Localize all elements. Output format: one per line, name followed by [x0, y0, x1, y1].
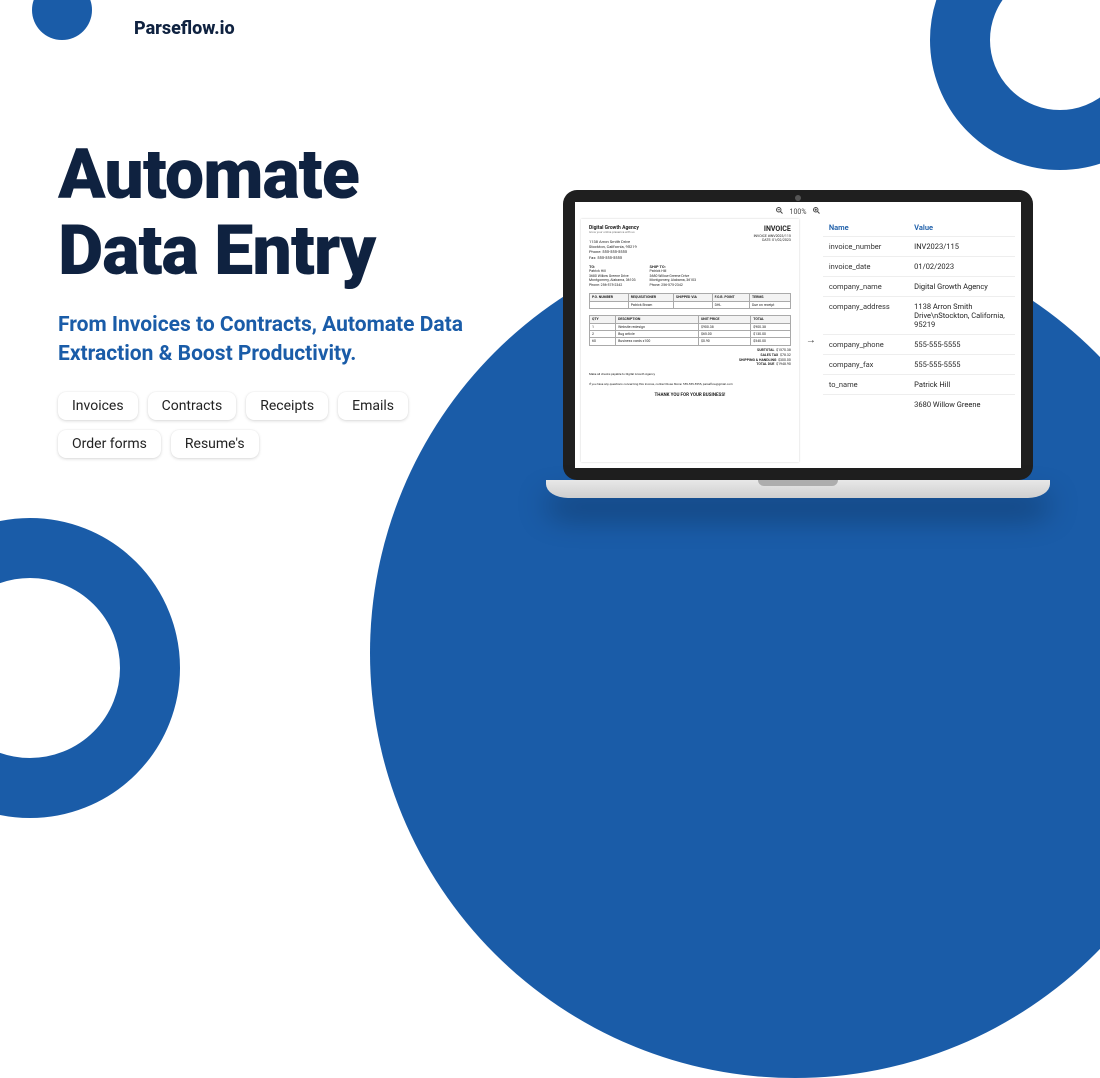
- hero-subtitle: From Invoices to Contracts, Automate Dat…: [58, 311, 538, 368]
- chip-emails: Emails: [338, 392, 408, 420]
- ship-4: Phone: 256-575-2342: [650, 283, 697, 288]
- extract-row: company_nameDigital Growth Agency: [823, 276, 1015, 296]
- app-body: Digital Growth Agency Grow your online p…: [575, 219, 1021, 468]
- invoice-items-table: QTY DESCRIPTION UNIT PRICE TOTAL 1 Websi…: [589, 315, 791, 346]
- hero-title: Automate Data Entry: [58, 138, 538, 289]
- document-pane: Digital Growth Agency Grow your online p…: [581, 219, 799, 462]
- table-row: 1 Website redesign $900.38 $900.38: [590, 323, 791, 330]
- extract-row: company_phone555-555-5555: [823, 334, 1015, 354]
- extract-header: Name Value: [823, 219, 1015, 236]
- zoom-out-icon[interactable]: [775, 206, 784, 217]
- to-4: Phone: 256-575-2342: [589, 283, 636, 288]
- invoice-thanks: THANK YOU FOR YOUR BUSINESS!: [589, 393, 791, 399]
- decor-ring-bottom: [0, 518, 180, 818]
- th-shipvia: SHIPPED VIA: [673, 294, 712, 301]
- td-req: Patrick Brown: [628, 301, 673, 308]
- decor-ring-top: [930, 0, 1100, 170]
- chip-invoices: Invoices: [58, 392, 138, 420]
- chip-list: Invoices Contracts Receipts Emails Order…: [58, 392, 468, 458]
- th-qty: QTY: [590, 316, 616, 323]
- th-total: TOTAL: [751, 316, 791, 323]
- laptop-screen: 100% Digital Growth Agency Grow your onl…: [563, 190, 1033, 480]
- th-desc: DESCRIPTION: [616, 316, 699, 323]
- app-toolbar: 100%: [575, 202, 1021, 219]
- chip-receipts: Receipts: [246, 392, 328, 420]
- invoice-fineprint-1: Make all checks payable to Digital Growt…: [589, 373, 791, 377]
- company-addr-4: Fax: 555-555-5555: [589, 255, 639, 260]
- invoice-label: INVOICE: [754, 225, 791, 234]
- app-window: 100% Digital Growth Agency Grow your onl…: [575, 202, 1021, 468]
- hero-title-line2: Data Entry: [58, 210, 375, 292]
- chip-resumes: Resume's: [171, 430, 259, 458]
- th-unit: UNIT PRICE: [698, 316, 750, 323]
- laptop-base: [546, 480, 1050, 498]
- chip-contracts: Contracts: [148, 392, 237, 420]
- invoice-totals: SUBTOTAL $1570.38 SALES TAX $78.32 SHIPP…: [589, 348, 791, 368]
- th-po: P.O. NUMBER: [590, 294, 629, 301]
- table-row: 60 Business cards x100 $0.90 $540.00: [590, 338, 791, 345]
- invoice-date: DATE: 01/02/2023: [754, 238, 791, 242]
- hero-section: Automate Data Entry From Invoices to Con…: [58, 138, 538, 458]
- th-req: REQUISITIONER: [628, 294, 673, 301]
- table-row: 2 Bug article $65.00 $130.00: [590, 330, 791, 337]
- extract-row: invoice_date01/02/2023: [823, 256, 1015, 276]
- td-fob: DHL: [712, 301, 749, 308]
- th-fob: F.O.B. POINT: [712, 294, 749, 301]
- col-value: Value: [914, 223, 1009, 232]
- chip-order-forms: Order forms: [58, 430, 161, 458]
- td-po: [590, 301, 629, 308]
- brand-logo: Parseflow.io: [134, 18, 235, 39]
- zoom-in-icon[interactable]: [812, 206, 821, 217]
- invoice-fineprint-2: If you have any questions concerning thi…: [589, 383, 791, 387]
- extract-row: company_fax555-555-5555: [823, 354, 1015, 374]
- arrow-icon: →: [805, 219, 817, 462]
- decor-circle-filled: [32, 0, 92, 40]
- col-name: Name: [829, 223, 914, 232]
- extracted-data-pane: Name Value invoice_numberINV2023/115 inv…: [823, 219, 1015, 462]
- extract-row: invoice_numberINV2023/115: [823, 236, 1015, 256]
- invoice-tagline: Grow your online presence with us: [589, 231, 639, 235]
- to-label: TO:: [589, 264, 595, 269]
- zoom-level: 100%: [790, 208, 807, 216]
- laptop-mock: 100% Digital Growth Agency Grow your onl…: [546, 190, 1050, 498]
- td-shipvia: [673, 301, 712, 308]
- th-terms: TERMS: [749, 294, 790, 301]
- hero-title-line1: Automate: [58, 134, 359, 216]
- invoice-meta-table: P.O. NUMBER REQUISITIONER SHIPPED VIA F.…: [589, 293, 791, 309]
- extract-row: company_address1138 Arron Smith Drive\nS…: [823, 296, 1015, 334]
- extract-row: to_namePatrick Hill: [823, 374, 1015, 394]
- shipto-label: SHIP TO:: [650, 264, 666, 269]
- extract-row: 3680 Willow Greene: [823, 394, 1015, 414]
- td-terms: Due on receipt: [749, 301, 790, 308]
